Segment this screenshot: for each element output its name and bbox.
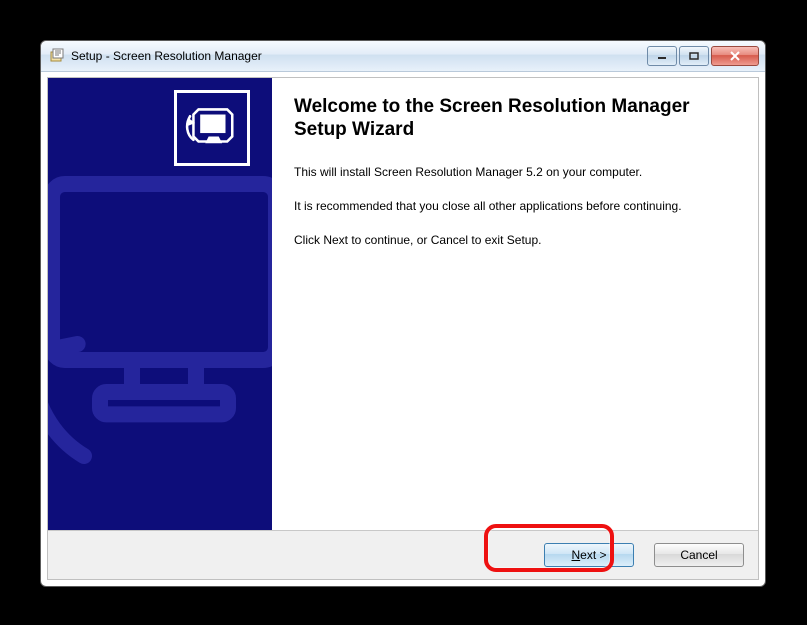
next-button[interactable]: Next > xyxy=(544,543,634,567)
wizard-side-image xyxy=(48,78,272,531)
next-label-rest: ext > xyxy=(580,548,606,562)
maximize-button[interactable] xyxy=(679,46,709,66)
title-bar[interactable]: Setup - Screen Resolution Manager xyxy=(41,41,765,72)
button-bar: Next > Cancel xyxy=(48,530,758,579)
wizard-paragraph-2: It is recommended that you close all oth… xyxy=(294,198,732,214)
window-buttons xyxy=(645,46,759,66)
setup-dialog: Setup - Screen Resolution Manager xyxy=(40,40,766,587)
client-area: Welcome to the Screen Resolution Manager… xyxy=(47,77,759,580)
next-accelerator: N xyxy=(571,548,580,562)
wizard-heading: Welcome to the Screen Resolution Manager… xyxy=(294,96,732,142)
wizard-content: Welcome to the Screen Resolution Manager… xyxy=(272,78,758,531)
window-title: Setup - Screen Resolution Manager xyxy=(71,49,645,63)
monitor-watermark-icon xyxy=(48,168,272,488)
monitor-icon xyxy=(174,90,250,166)
cancel-button[interactable]: Cancel xyxy=(654,543,744,567)
close-button[interactable] xyxy=(711,46,759,66)
wizard-paragraph-3: Click Next to continue, or Cancel to exi… xyxy=(294,232,732,248)
minimize-button[interactable] xyxy=(647,46,677,66)
wizard-paragraph-1: This will install Screen Resolution Mana… xyxy=(294,164,732,180)
installer-icon xyxy=(49,48,65,64)
content-area: Welcome to the Screen Resolution Manager… xyxy=(48,78,758,531)
